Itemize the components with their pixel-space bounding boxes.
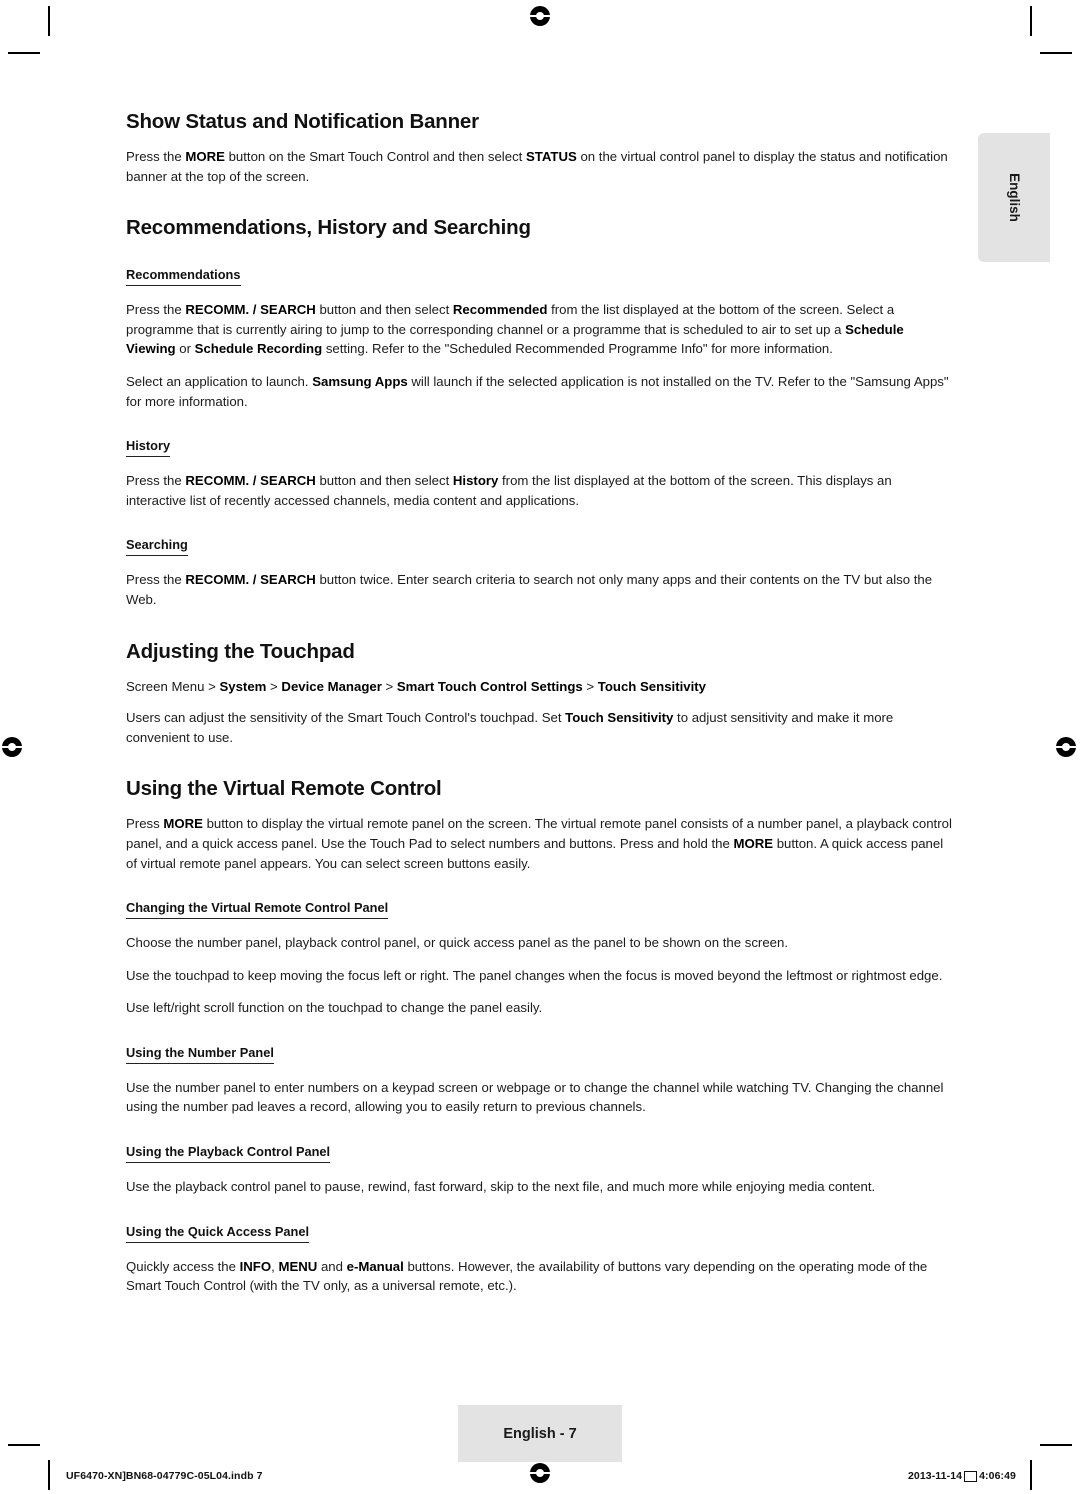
subsection-changing-panel-paragraph: Choose the number panel, playback contro… bbox=[126, 935, 788, 951]
language-tab-label: English bbox=[1006, 173, 1022, 222]
section-using-virtual-remote-paragraph: Press MORE button to display the virtual… bbox=[126, 816, 952, 871]
subsection-using-quick-access-panel: Using the Quick Access Panel Quickly acce… bbox=[126, 1223, 952, 1296]
section-heading-recommendations-history-searching: Recommendations, History and Searching bbox=[126, 216, 531, 240]
subsection-changing-panel-paragraph: Use the touchpad to keep moving the focu… bbox=[126, 967, 943, 983]
subsection-history: History Press the RECOMM. / SEARCH button… bbox=[126, 437, 952, 510]
registration-target-icon-right bbox=[1056, 737, 1076, 757]
subsection-heading-recommendations: Recommendations bbox=[126, 267, 241, 287]
subsection-recommendations-paragraph: Press the RECOMM. / SEARCH button and th… bbox=[126, 302, 904, 357]
subsection-using-quick-access-panel-emphasis-0-1: INFO bbox=[239, 1258, 272, 1274]
section-adjusting-touchpad-paragraph: Users can adjust the sensitivity of the … bbox=[126, 710, 894, 745]
section-using-virtual-remote-emphasis-0-1: MORE bbox=[163, 816, 203, 832]
subsection-heading-using-quick-access-panel: Using the Quick Access Panel bbox=[126, 1224, 310, 1243]
subsection-recommendations-emphasis-0-1: RECOMM. / SEARCH bbox=[185, 302, 316, 318]
section-heading-adjusting-touchpad: Adjusting the Touchpad bbox=[126, 639, 355, 663]
section-adjusting-touchpad-emphasis-0-1: Touch Sensitivity bbox=[565, 710, 674, 726]
section-heading-using-virtual-remote: Using the Virtual Remote Control bbox=[126, 777, 442, 801]
subsection-heading-searching: Searching bbox=[126, 537, 188, 557]
footer-separator-box bbox=[964, 1470, 978, 1482]
menu-path-adjusting-touchpad-emphasis-0-3: Device Manager bbox=[281, 678, 382, 694]
subsection-searching-emphasis-0-1: RECOMM. / SEARCH bbox=[185, 572, 316, 588]
section-body-show-status: Press the MORE button on the Smart Touch… bbox=[126, 147, 952, 186]
subsection-changing-panel-paragraph: Use left/right scroll function on the to… bbox=[126, 1000, 543, 1016]
menu-path-adjusting-touchpad: Screen Menu > System > Device Manager > … bbox=[126, 678, 706, 694]
crop-mark-bottom-right-vertical bbox=[1030, 1460, 1032, 1490]
crop-mark-top-left-horizontal bbox=[8, 52, 40, 54]
subsection-using-playback-panel: Using the Playback Control Panel Use the … bbox=[126, 1143, 952, 1197]
subsection-using-quick-access-panel-emphasis-0-5: e-Manual bbox=[346, 1258, 404, 1274]
section-show-status-emphasis-0-3: STATUS bbox=[526, 149, 577, 164]
subsection-recommendations-emphasis-1-1: Samsung Apps bbox=[312, 373, 408, 389]
footer-time: 4:06:49 bbox=[979, 1470, 1016, 1482]
registration-target-icon-bottom bbox=[530, 1463, 550, 1483]
subsection-using-number-panel: Using the Number Panel Use the number pan… bbox=[126, 1044, 952, 1117]
crop-mark-bottom-right-horizontal bbox=[1040, 1444, 1072, 1446]
crop-mark-top-left-vertical bbox=[48, 6, 50, 36]
section-show-status-emphasis-0-1: MORE bbox=[185, 149, 225, 164]
registration-target-icon-left bbox=[2, 737, 22, 757]
footer-filename: UF6470-XN]BN68-04779C-05L04.indb 7 bbox=[66, 1470, 263, 1482]
menu-path-adjusting-touchpad-emphasis-0-7: Touch Sensitivity bbox=[597, 678, 706, 694]
section-body-adjusting-touchpad: Users can adjust the sensitivity of the … bbox=[126, 708, 952, 747]
page-number-marker: English - 7 bbox=[458, 1405, 622, 1462]
subsection-recommendations-emphasis-0-7: Schedule Recording bbox=[194, 341, 323, 357]
subsection-history-emphasis-0-1: RECOMM. / SEARCH bbox=[185, 473, 316, 489]
subsection-using-playback-panel-paragraph: Use the playback control panel to pause,… bbox=[126, 1179, 876, 1195]
subsection-heading-using-number-panel: Using the Number Panel bbox=[126, 1045, 274, 1064]
subsection-history-emphasis-0-3: History bbox=[452, 473, 499, 489]
page-content: Show Status and Notification Banner Press… bbox=[126, 110, 952, 1296]
crop-mark-bottom-left-vertical bbox=[48, 1460, 50, 1490]
subsection-using-number-panel-paragraph: Use the number panel to enter numbers on… bbox=[126, 1079, 944, 1115]
section-show-status-paragraph: Press the MORE button on the Smart Touch… bbox=[126, 149, 948, 184]
subsection-using-quick-access-panel-emphasis-0-3: MENU bbox=[278, 1258, 318, 1274]
subsection-recommendations: Recommendations Press the RECOMM. / SEARC… bbox=[126, 266, 952, 411]
section-using-virtual-remote-emphasis-0-3: MORE bbox=[733, 835, 774, 851]
subsection-history-paragraph: Press the RECOMM. / SEARCH button and th… bbox=[126, 473, 892, 508]
subsection-changing-panel: Changing the Virtual Remote Control Pane… bbox=[126, 899, 952, 1018]
menu-path-adjusting-touchpad-emphasis-0-1: System bbox=[219, 678, 267, 694]
section-heading-show-status: Show Status and Notification Banner bbox=[126, 110, 479, 133]
subsection-heading-using-playback-panel: Using the Playback Control Panel bbox=[126, 1144, 331, 1164]
section-body-using-virtual-remote: Press MORE button to display the virtual… bbox=[126, 814, 952, 873]
subsection-using-quick-access-panel-paragraph: Quickly access the INFO, MENU and e-Manu… bbox=[126, 1258, 928, 1294]
subsection-recommendations-paragraph: Select an application to launch. Samsung… bbox=[126, 373, 949, 409]
subsection-searching: Searching Press the RECOMM. / SEARCH butt… bbox=[126, 536, 952, 609]
menu-path-adjusting-touchpad-emphasis-0-5: Smart Touch Control Settings bbox=[396, 678, 583, 694]
crop-mark-top-right-horizontal bbox=[1040, 52, 1072, 54]
subsection-heading-history: History bbox=[126, 438, 171, 458]
footer-date: 2013-11-14 bbox=[907, 1470, 963, 1482]
subsection-recommendations-emphasis-0-3: Recommended bbox=[452, 302, 548, 318]
registration-target-icon-top bbox=[530, 6, 550, 26]
crop-mark-top-right-vertical bbox=[1030, 6, 1032, 36]
subsection-searching-paragraph: Press the RECOMM. / SEARCH button twice.… bbox=[126, 572, 933, 607]
crop-mark-bottom-left-horizontal bbox=[8, 1444, 40, 1446]
footer-timestamp: 2013-11-14 4:06:49 bbox=[908, 1470, 1016, 1482]
language-tab: English bbox=[978, 133, 1050, 262]
subsection-heading-changing-panel: Changing the Virtual Remote Control Pane… bbox=[126, 900, 389, 920]
